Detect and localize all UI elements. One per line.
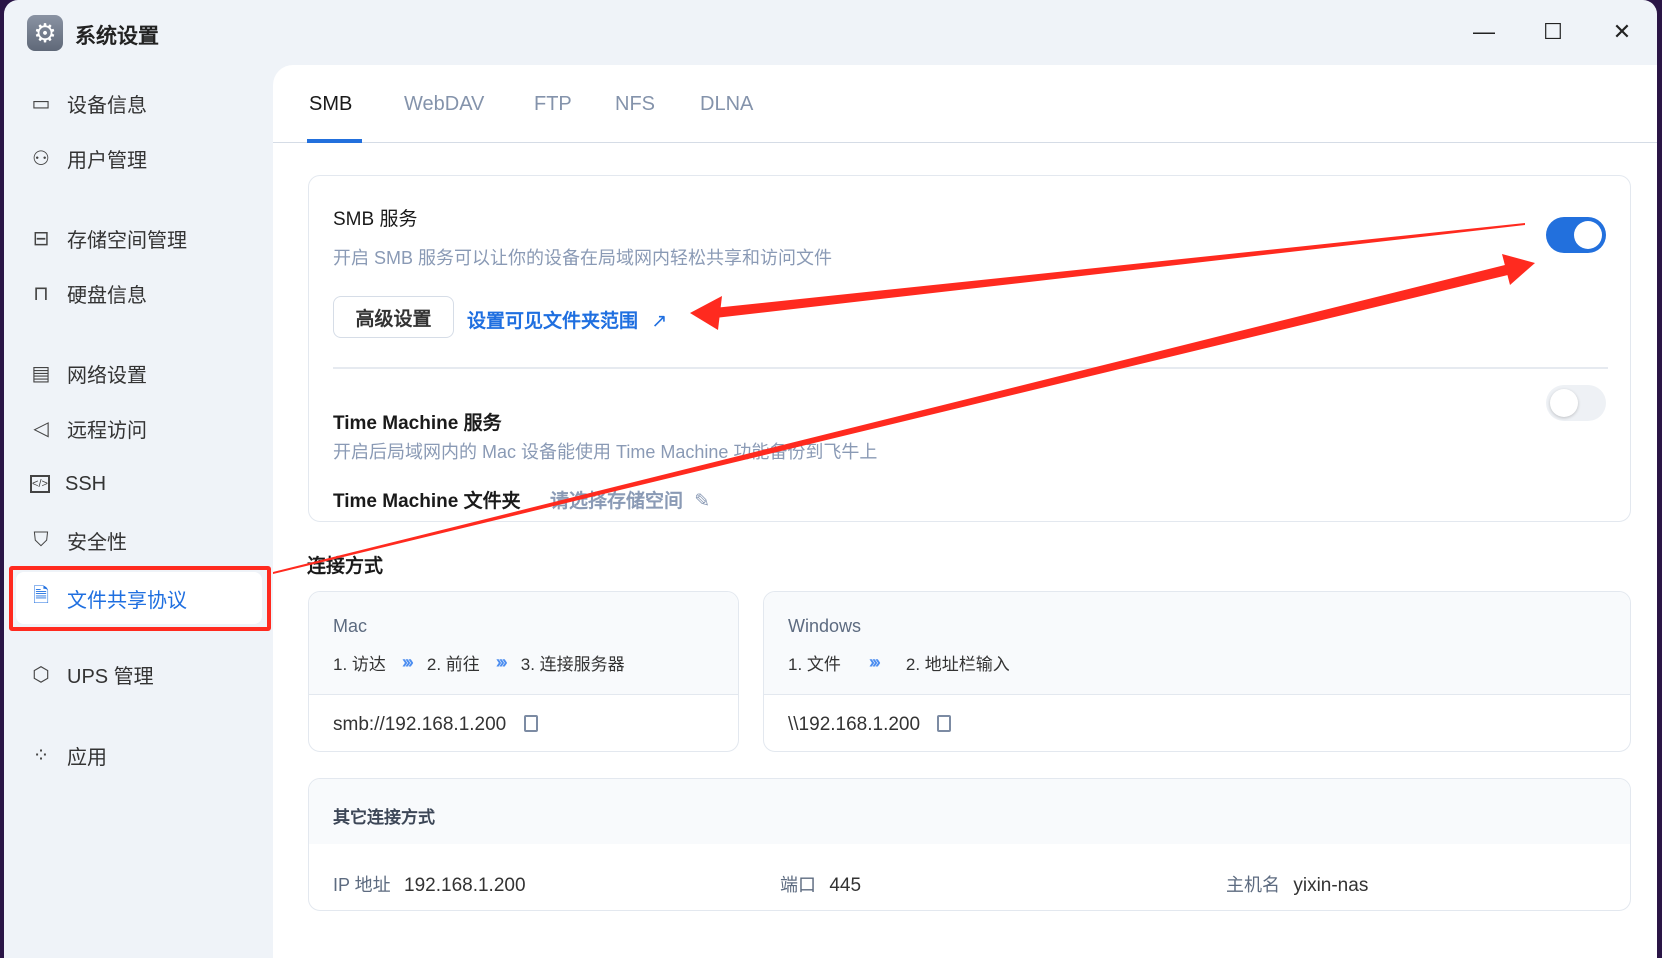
- annotation-arrows: [273, 223, 1535, 574]
- annotation-arrowhead: [690, 296, 722, 330]
- annotation-arrow: [273, 264, 1512, 574]
- annotation-arrow: [714, 223, 1525, 318]
- annotation-arrowhead: [1502, 254, 1535, 285]
